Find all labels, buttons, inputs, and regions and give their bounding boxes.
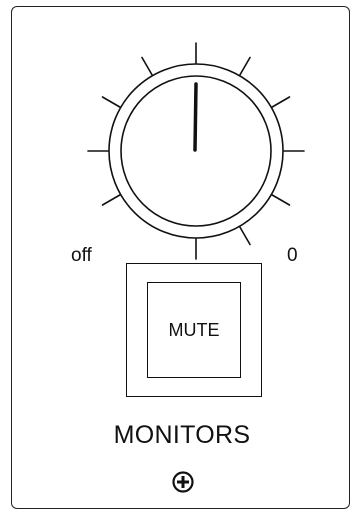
- mute-button-face[interactable]: MUTE: [147, 282, 241, 378]
- knob-max-label: 0: [287, 245, 298, 266]
- mute-button-label: MUTE: [168, 319, 220, 340]
- knob-min-label: off: [71, 245, 92, 266]
- mute-button[interactable]: MUTE: [126, 263, 262, 397]
- knob-scale-tick: [238, 56, 251, 78]
- section-title: MONITORS: [113, 421, 251, 449]
- plus-circle-icon: [172, 471, 194, 493]
- knob-scale-tick: [238, 224, 251, 246]
- knob-scale-tick: [101, 193, 123, 206]
- knob-scale-tick: [141, 56, 154, 78]
- knob-scale-tick: [269, 193, 291, 206]
- knob-pointer: [193, 82, 198, 152]
- knob-scale-tick: [269, 96, 291, 109]
- knob-scale-tick: [101, 96, 123, 109]
